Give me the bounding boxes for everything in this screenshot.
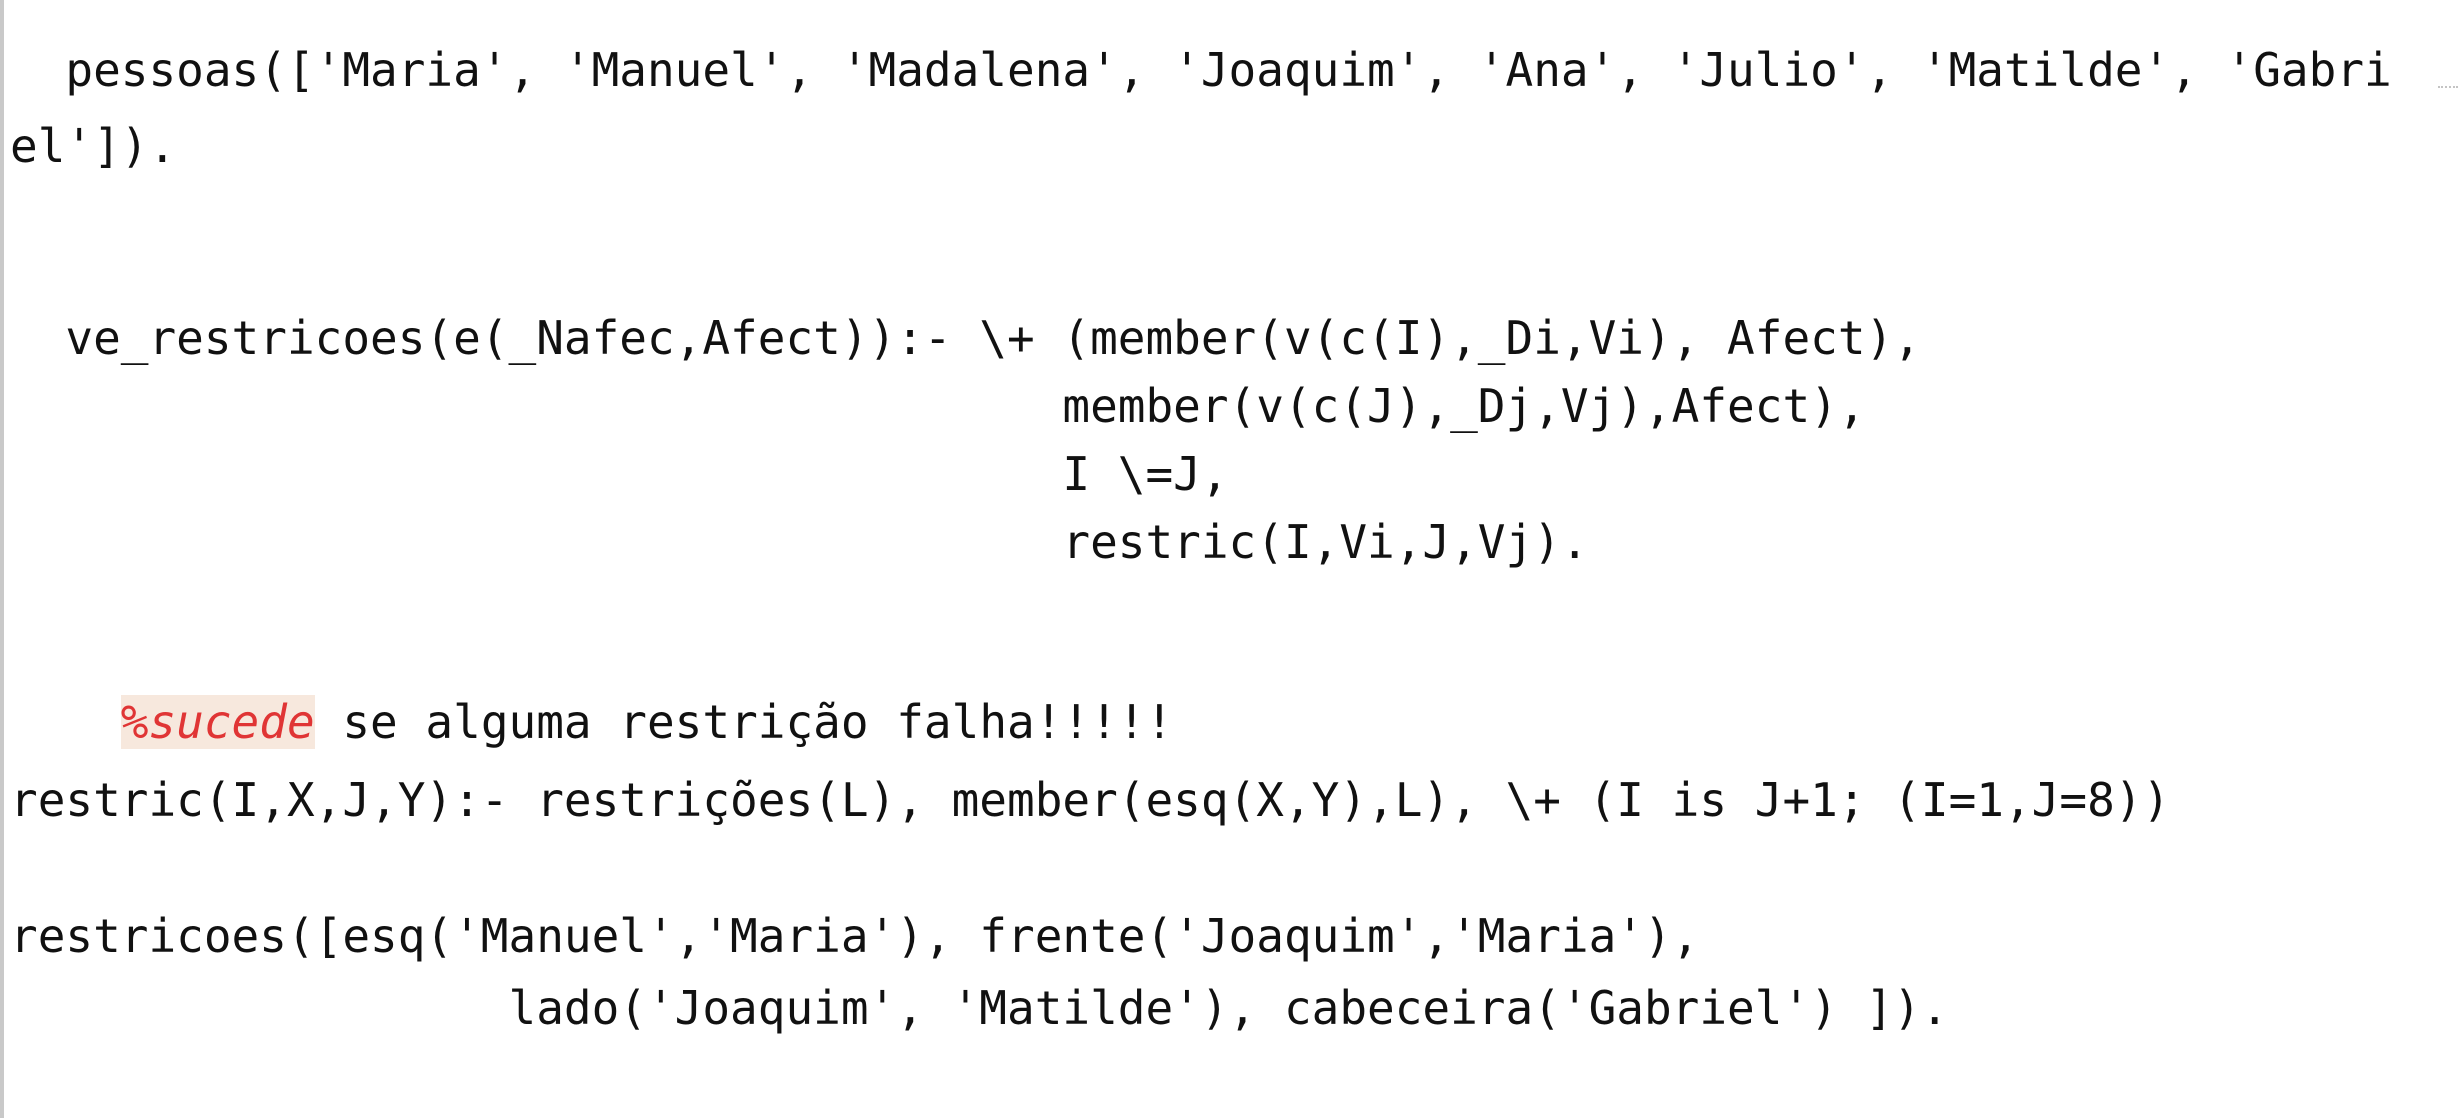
code-line-member-j[interactable]: member(v(c(J),_Dj,Vj),Afect), [10, 378, 1865, 434]
code-line-pessoas-wrap[interactable]: el']). [10, 118, 176, 174]
code-line-restricoes-cont[interactable]: lado('Joaquim', 'Matilde'), cabeceira('G… [10, 980, 1948, 1036]
code-line-restricoes[interactable]: restricoes([esq('Manuel','Maria'), frent… [10, 908, 1699, 964]
code-line-restric-call[interactable]: restric(I,Vi,J,Vj). [10, 514, 1588, 570]
scroll-indicator[interactable] [2438, 86, 2458, 90]
code-line-ve-restricoes[interactable]: ve_restricoes(e(_Nafec,Afect)):- \+ (mem… [10, 310, 1921, 366]
editor-left-border [0, 0, 4, 1118]
code-line-pessoas[interactable]: pessoas(['Maria', 'Manuel', 'Madalena', … [10, 42, 2391, 98]
code-editor[interactable]: pessoas(['Maria', 'Manuel', 'Madalena', … [0, 0, 2464, 1118]
code-line-i-neq-j[interactable]: I \=J, [10, 446, 1228, 502]
comment-text: se alguma restrição falha!!!!! [314, 695, 1174, 749]
comment-keyword: %sucede [120, 695, 315, 749]
code-line-restric-def[interactable]: restric(I,X,J,Y):- restrições(L), member… [10, 772, 2170, 828]
